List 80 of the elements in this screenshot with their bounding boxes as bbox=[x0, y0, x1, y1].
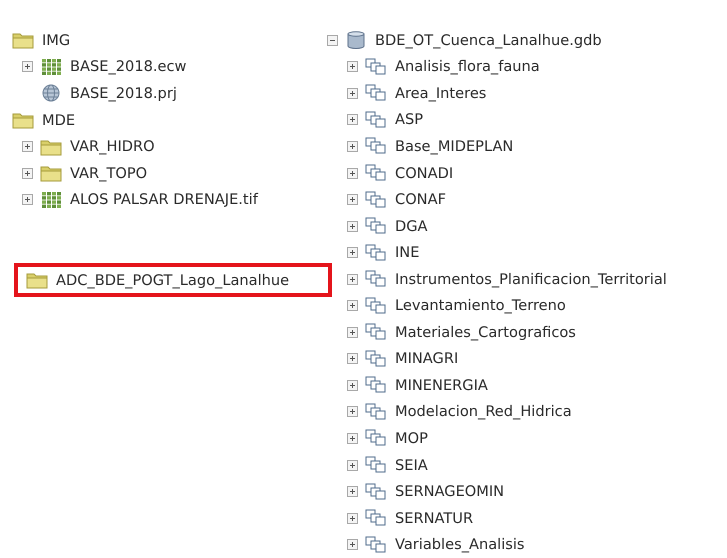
tree-item[interactable]: MINAGRI bbox=[395, 350, 458, 368]
tree-item[interactable]: VAR_TOPO bbox=[70, 164, 148, 182]
tree-item[interactable]: Analisis_flora_fauna bbox=[395, 58, 540, 76]
tree-item[interactable]: Modelacion_Red_Hidrica bbox=[395, 403, 572, 420]
tree-item[interactable]: Instrumentos_Planificacion_Territorial bbox=[395, 270, 667, 288]
expand-toggle[interactable] bbox=[347, 247, 358, 258]
database-icon bbox=[345, 31, 367, 50]
tree-item[interactable]: ASP bbox=[395, 111, 424, 128]
expand-toggle[interactable] bbox=[347, 486, 358, 498]
tree-item[interactable]: BASE_2018.prj bbox=[70, 84, 177, 102]
expand-toggle[interactable] bbox=[347, 220, 358, 232]
overlapping-squares-icon bbox=[365, 350, 387, 368]
raster-grid-icon bbox=[40, 190, 62, 209]
tree-item[interactable]: BASE_2018.ecw bbox=[70, 58, 186, 76]
folder-icon bbox=[26, 271, 48, 290]
expand-toggle[interactable] bbox=[347, 460, 358, 471]
overlapping-squares-icon bbox=[365, 376, 387, 394]
raster-grid-icon bbox=[40, 58, 62, 76]
overlapping-squares-icon bbox=[365, 190, 387, 209]
overlapping-squares-icon bbox=[365, 429, 387, 448]
tree-item[interactable]: Base_MIDEPLAN bbox=[395, 138, 514, 155]
expand-toggle[interactable] bbox=[347, 512, 358, 524]
expand-toggle[interactable] bbox=[347, 539, 358, 550]
expand-toggle[interactable] bbox=[22, 61, 33, 72]
overlapping-squares-icon bbox=[365, 270, 387, 288]
tree-item[interactable]: VAR_HIDRO bbox=[70, 138, 155, 156]
overlapping-squares-icon bbox=[365, 58, 387, 76]
globe-icon bbox=[40, 84, 62, 102]
overlapping-squares-icon bbox=[365, 482, 387, 501]
tree-item[interactable]: MOP bbox=[395, 430, 428, 447]
tree-item[interactable]: CONADI bbox=[395, 164, 454, 182]
tree-item[interactable]: CONAF bbox=[395, 191, 446, 208]
tree-item[interactable]: INE bbox=[395, 244, 420, 262]
expand-toggle[interactable] bbox=[347, 326, 358, 338]
tree-item[interactable]: BDE_OT_Cuenca_Lanalhue.gdb bbox=[375, 32, 602, 49]
expand-toggle[interactable] bbox=[22, 168, 33, 179]
overlapping-squares-icon bbox=[365, 84, 387, 102]
expand-toggle[interactable] bbox=[347, 88, 358, 99]
overlapping-squares-icon bbox=[365, 137, 387, 156]
expand-toggle[interactable] bbox=[347, 194, 358, 206]
expand-toggle[interactable] bbox=[347, 380, 358, 391]
expand-toggle[interactable] bbox=[22, 194, 33, 206]
expand-toggle[interactable] bbox=[347, 432, 358, 444]
overlapping-squares-icon bbox=[365, 509, 387, 528]
expand-toggle[interactable] bbox=[347, 114, 358, 126]
expand-toggle[interactable] bbox=[347, 353, 358, 364]
overlapping-squares-icon bbox=[365, 402, 387, 421]
tree-item[interactable]: DGA bbox=[395, 218, 428, 235]
folder-icon bbox=[12, 31, 34, 50]
folder-icon bbox=[40, 138, 62, 156]
overlapping-squares-icon bbox=[365, 456, 387, 474]
overlapping-squares-icon bbox=[365, 244, 387, 262]
tree-item[interactable]: SERNAGEOMIN bbox=[395, 483, 504, 500]
tree-item[interactable]: MDE bbox=[42, 112, 76, 129]
tree-item[interactable]: IMG bbox=[42, 32, 70, 49]
expand-toggle[interactable] bbox=[347, 61, 358, 72]
tree-item[interactable]: Materiales_Cartograficos bbox=[395, 324, 576, 341]
tree-item[interactable]: ALOS PALSAR DRENAJE.tif bbox=[70, 191, 258, 208]
tree-item[interactable]: SEIA bbox=[395, 456, 428, 474]
folder-icon bbox=[12, 111, 34, 130]
expand-toggle[interactable] bbox=[347, 140, 358, 152]
overlapping-squares-icon bbox=[365, 217, 387, 236]
tree-item[interactable]: ADC_BDE_POGT_Lago_Lanalhue bbox=[56, 272, 290, 289]
tree-item[interactable]: Variables_Analisis bbox=[395, 536, 525, 554]
tree-item[interactable]: SERNATUR bbox=[395, 510, 474, 527]
overlapping-squares-icon bbox=[365, 323, 387, 342]
expand-toggle[interactable] bbox=[347, 274, 358, 285]
expand-toggle[interactable] bbox=[347, 406, 358, 418]
expand-toggle[interactable] bbox=[347, 300, 358, 312]
expand-toggle[interactable] bbox=[347, 168, 358, 178]
expand-toggle[interactable] bbox=[22, 141, 33, 152]
overlapping-squares-icon bbox=[365, 164, 387, 182]
overlapping-squares-icon bbox=[365, 110, 387, 129]
expand-toggle[interactable] bbox=[327, 34, 338, 46]
overlapping-squares-icon bbox=[365, 296, 387, 315]
folder-icon bbox=[40, 164, 62, 182]
tree-item[interactable]: Levantamiento_Terreno bbox=[395, 297, 566, 314]
tree-item[interactable]: MINENERGIA bbox=[395, 376, 488, 394]
overlapping-squares-icon bbox=[365, 536, 387, 554]
tree-item[interactable]: Area_Interes bbox=[395, 84, 486, 102]
